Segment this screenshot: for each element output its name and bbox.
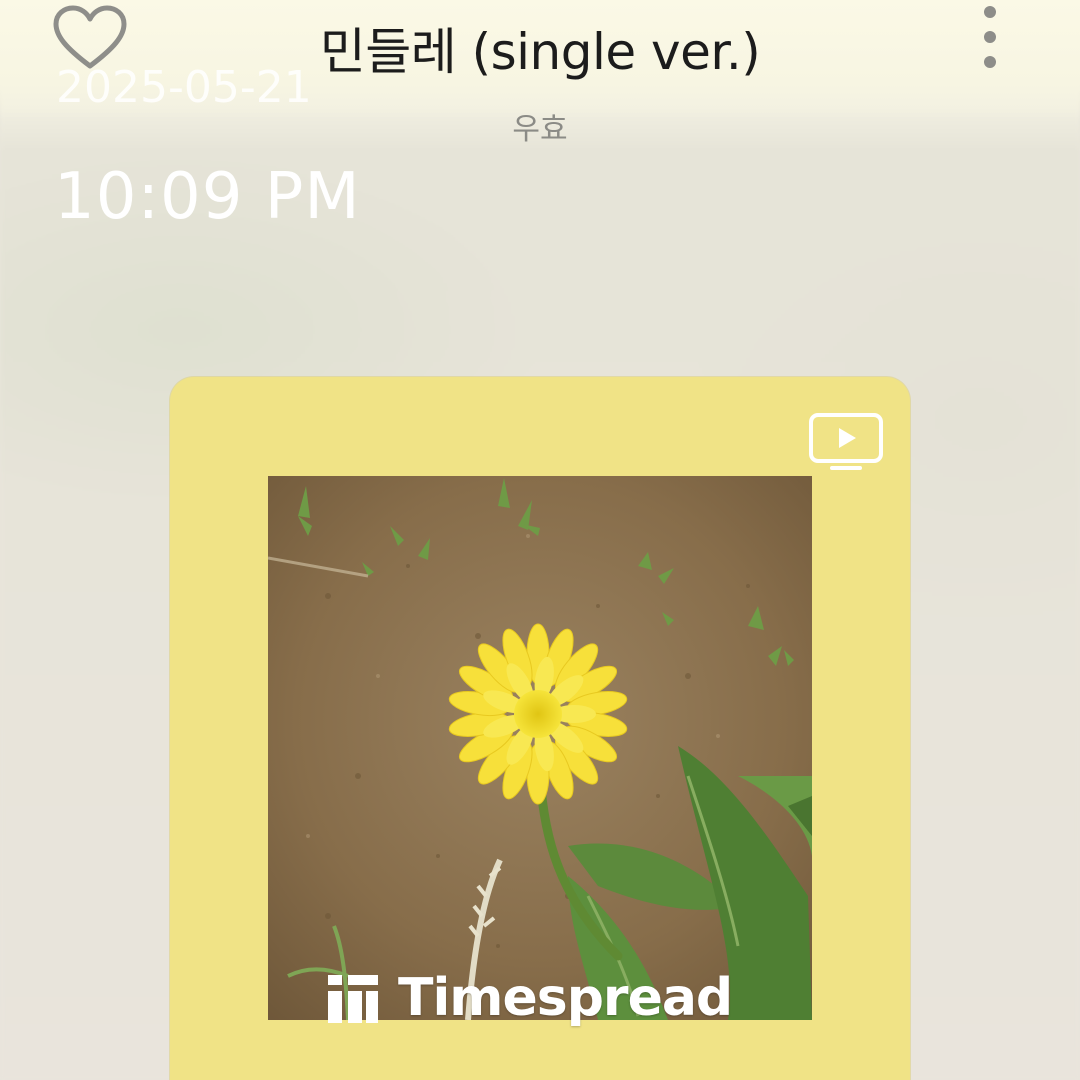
timespread-logo-icon (328, 975, 378, 1023)
album-art[interactable] (268, 476, 812, 1020)
more-dot (984, 6, 996, 18)
more-dot (984, 31, 996, 43)
video-play-icon[interactable] (808, 412, 884, 474)
timespread-watermark: Timespread (328, 968, 733, 1028)
more-vertical-icon[interactable] (972, 4, 1008, 70)
dandelion-photo (268, 476, 812, 1020)
timestamp-date: 2025-05-21 (56, 62, 312, 113)
timestamp-time: 10:09 PM (54, 160, 361, 234)
more-dot (984, 56, 996, 68)
watermark-text: Timespread (398, 968, 733, 1028)
